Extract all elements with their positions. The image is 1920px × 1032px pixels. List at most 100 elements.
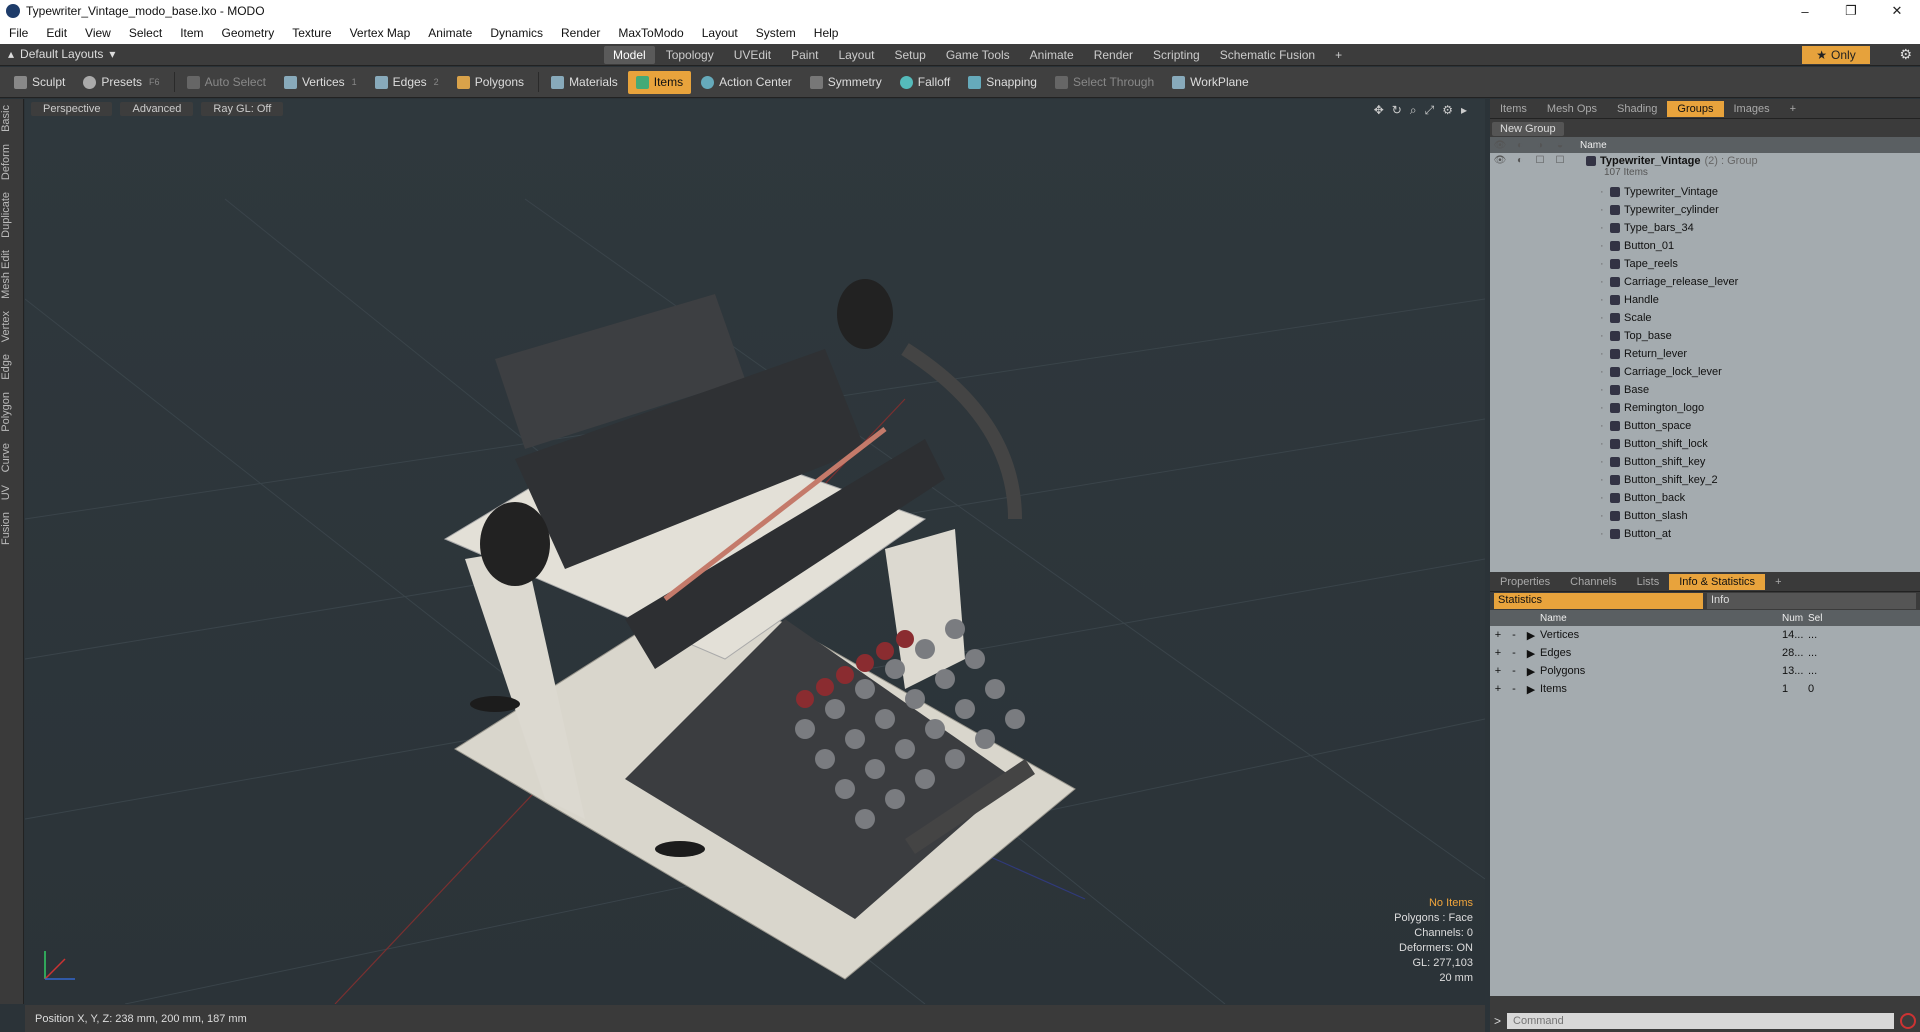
group-item-row[interactable]: · Type_bars_34 — [1490, 219, 1920, 237]
menu-maxtomodo[interactable]: MaxToModo — [609, 26, 692, 40]
advanced-button[interactable]: Advanced — [120, 102, 194, 116]
falloff-button[interactable]: Falloff — [892, 71, 958, 94]
tab-game-tools[interactable]: Game Tools — [937, 46, 1019, 64]
lock-icon[interactable]: ◐ — [1510, 155, 1530, 166]
select-through-button[interactable]: Select Through — [1047, 71, 1162, 94]
triangle-right-icon[interactable]: ▶ — [1522, 647, 1540, 660]
add-panel-tab-icon[interactable]: + — [1780, 101, 1806, 117]
raygl-button[interactable]: Ray GL: Off — [201, 102, 284, 116]
expand-plus-icon[interactable]: + — [1490, 665, 1506, 677]
polygons-button[interactable]: Polygons — [449, 71, 532, 94]
side-tab-mesh-edit[interactable]: Mesh Edit — [0, 244, 24, 305]
group-item-row[interactable]: · Typewriter_cylinder — [1490, 201, 1920, 219]
fit-view-icon[interactable]: ⤢ — [1425, 103, 1435, 118]
tab-mesh-ops[interactable]: Mesh Ops — [1537, 101, 1607, 117]
collapse-minus-icon[interactable]: - — [1506, 629, 1522, 641]
presets-button[interactable]: Presets F6 — [75, 71, 167, 94]
triangle-right-icon[interactable]: ▶ — [1522, 629, 1540, 642]
stats-row[interactable]: + - ▶ Items 1 0 — [1490, 680, 1920, 698]
menu-render[interactable]: Render — [552, 26, 609, 40]
menu-system[interactable]: System — [747, 26, 805, 40]
menu-select[interactable]: Select — [120, 26, 171, 40]
stats-row[interactable]: + - ▶ Polygons 13... ... — [1490, 662, 1920, 680]
menu-edit[interactable]: Edit — [37, 26, 76, 40]
tab-setup[interactable]: Setup — [885, 46, 934, 64]
move-view-icon[interactable]: ✥ — [1374, 103, 1384, 118]
group-item-row[interactable]: · Scale — [1490, 309, 1920, 327]
record-macro-icon[interactable] — [1900, 1013, 1916, 1029]
eye-icon[interactable]: 👁 — [1490, 155, 1510, 166]
new-group-button[interactable]: New Group — [1492, 122, 1564, 136]
side-tab-uv[interactable]: UV — [0, 479, 24, 506]
perspective-button[interactable]: Perspective — [31, 102, 113, 116]
tab-shading[interactable]: Shading — [1607, 101, 1667, 117]
side-tab-duplicate[interactable]: Duplicate — [0, 186, 24, 244]
group-item-row[interactable]: · Carriage_lock_lever — [1490, 363, 1920, 381]
command-input[interactable] — [1507, 1013, 1894, 1029]
stats-row[interactable]: + - ▶ Edges 28... ... — [1490, 644, 1920, 662]
expand-plus-icon[interactable]: + — [1490, 629, 1506, 641]
action-center-button[interactable]: Action Center — [693, 71, 800, 94]
maximize-button[interactable]: ❐ — [1828, 0, 1874, 22]
triangle-right-icon[interactable]: ▶ — [1522, 665, 1540, 678]
tab-model[interactable]: Model — [604, 46, 655, 64]
statistics-tab[interactable]: Statistics — [1494, 593, 1703, 609]
add-tab-icon[interactable]: + — [1326, 46, 1351, 64]
zoom-view-icon[interactable]: ⌕ — [1410, 103, 1417, 118]
collapse-minus-icon[interactable]: - — [1506, 683, 1522, 695]
group-item-row[interactable]: · Button_space — [1490, 417, 1920, 435]
group-item-row[interactable]: · Tape_reels — [1490, 255, 1920, 273]
side-tab-deform[interactable]: Deform — [0, 138, 24, 186]
group-item-row[interactable]: · Top_base — [1490, 327, 1920, 345]
group-item-row[interactable]: · Button_shift_lock — [1490, 435, 1920, 453]
triangle-right-icon[interactable]: ▶ — [1522, 683, 1540, 696]
menu-animate[interactable]: Animate — [419, 26, 481, 40]
menu-geometry[interactable]: Geometry — [213, 26, 284, 40]
group-root-row[interactable]: 👁 ◐ ☐ ☐ Typewriter_Vintage (2) : Group 1… — [1490, 153, 1920, 183]
info-tab[interactable]: Info — [1707, 593, 1916, 609]
only-button[interactable]: ★ Only — [1802, 46, 1870, 64]
collapse-minus-icon[interactable]: - — [1506, 647, 1522, 659]
tab-layout[interactable]: Layout — [829, 46, 883, 64]
vertices-button[interactable]: Vertices 1 — [276, 71, 365, 94]
tab-images[interactable]: Images — [1724, 101, 1780, 117]
menu-layout[interactable]: Layout — [693, 26, 747, 40]
tab-scripting[interactable]: Scripting — [1144, 46, 1209, 64]
group-item-row[interactable]: · Button_slash — [1490, 507, 1920, 525]
group-item-row[interactable]: · Button_shift_key_2 — [1490, 471, 1920, 489]
layout-selector[interactable]: ▴ Default Layouts ▾ — [8, 47, 115, 61]
edges-button[interactable]: Edges 2 — [367, 71, 447, 94]
group-item-row[interactable]: · Button_01 — [1490, 237, 1920, 255]
checkbox-icon[interactable]: ☐ — [1550, 155, 1570, 166]
3d-viewport[interactable]: Perspective Advanced Ray GL: Off ✥ ↻ ⌕ ⤢… — [25, 99, 1485, 1004]
menu-texture[interactable]: Texture — [283, 26, 340, 40]
side-tab-basic[interactable]: Basic — [0, 99, 24, 138]
menu-dynamics[interactable]: Dynamics — [481, 26, 552, 40]
tab-schematic-fusion[interactable]: Schematic Fusion — [1211, 46, 1324, 64]
items-button[interactable]: Items — [627, 70, 692, 94]
checkbox-icon[interactable]: ☐ — [1530, 155, 1550, 166]
symmetry-button[interactable]: Symmetry — [802, 71, 890, 94]
group-item-row[interactable]: · Typewriter_Vintage — [1490, 183, 1920, 201]
view-settings-gear-icon[interactable]: ⚙ — [1442, 103, 1453, 118]
stats-row[interactable]: + - ▶ Vertices 14... ... — [1490, 626, 1920, 644]
sculpt-button[interactable]: Sculpt — [6, 71, 73, 94]
expand-plus-icon[interactable]: + — [1490, 647, 1506, 659]
collapse-minus-icon[interactable]: - — [1506, 665, 1522, 677]
group-item-row[interactable]: · Button_shift_key — [1490, 453, 1920, 471]
tab-lists[interactable]: Lists — [1627, 574, 1670, 590]
tab-properties[interactable]: Properties — [1490, 574, 1560, 590]
tab-items[interactable]: Items — [1490, 101, 1537, 117]
workplane-button[interactable]: WorkPlane — [1164, 71, 1256, 94]
add-bottom-tab-icon[interactable]: + — [1765, 574, 1791, 590]
group-item-row[interactable]: · Button_at — [1490, 525, 1920, 543]
tab-render[interactable]: Render — [1085, 46, 1142, 64]
auto-select-button[interactable]: Auto Select — [179, 71, 274, 94]
tab-animate[interactable]: Animate — [1021, 46, 1083, 64]
menu-file[interactable]: File — [0, 26, 37, 40]
minimize-button[interactable]: – — [1782, 0, 1828, 22]
menu-help[interactable]: Help — [805, 26, 848, 40]
tab-channels[interactable]: Channels — [1560, 574, 1626, 590]
tab-paint[interactable]: Paint — [782, 46, 827, 64]
rotate-view-icon[interactable]: ↻ — [1392, 103, 1402, 118]
